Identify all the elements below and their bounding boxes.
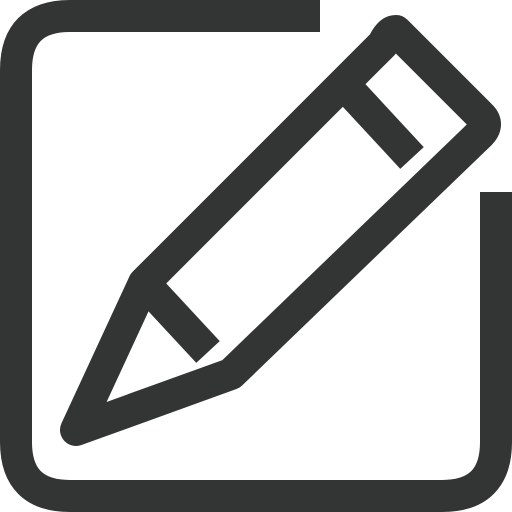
pencil-band-tip-icon <box>132 272 220 363</box>
pencil-body-icon <box>60 15 501 446</box>
edit-icon <box>0 0 512 512</box>
edit-icon-graphic <box>0 0 512 512</box>
pencil-band-top-icon <box>338 80 424 169</box>
